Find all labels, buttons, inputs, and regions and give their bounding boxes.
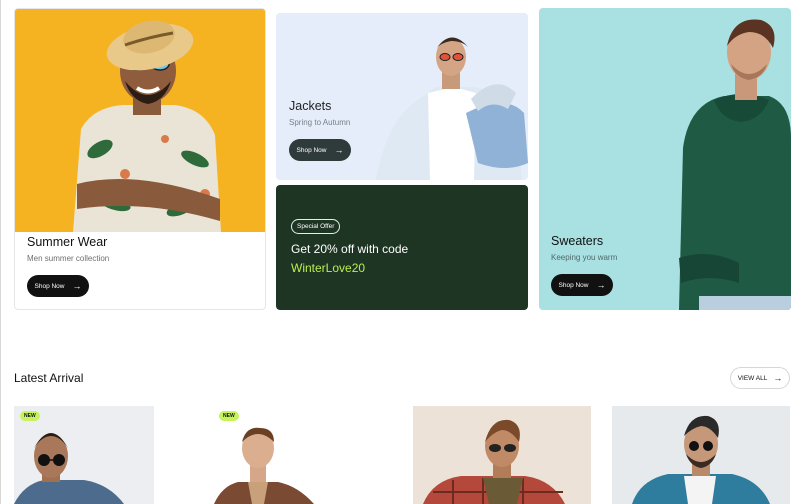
jackets-shop-now-label: Shop Now: [296, 146, 327, 154]
product-image: [413, 406, 591, 504]
arrow-right-icon: →: [72, 280, 82, 291]
new-badge: NEW: [219, 411, 239, 421]
arrow-right-icon: →: [596, 279, 606, 290]
offer-text: Get 20% off with code: [291, 242, 409, 256]
product-card[interactable]: NEW: [214, 406, 354, 504]
jackets-shop-now-button[interactable]: Shop Now →: [289, 139, 351, 161]
special-offer-banner[interactable]: Special Offer Get 20% off with code Wint…: [276, 185, 528, 310]
summer-wear-title: Summer Wear: [27, 235, 108, 249]
sweaters-image: [679, 19, 791, 310]
sweaters-shop-now-label: Shop Now: [558, 281, 589, 289]
sweaters-title: Sweaters: [551, 234, 604, 248]
special-offer-badge: Special Offer: [291, 219, 341, 234]
view-all-label: VIEW ALL: [737, 374, 768, 382]
product-card[interactable]: [413, 406, 591, 504]
summer-wear-banner[interactable]: Summer Wear Men summer collection Shop N…: [14, 8, 266, 310]
sweaters-banner[interactable]: Sweaters Keeping you warm Shop Now →: [539, 8, 791, 310]
sweaters-subtitle: Keeping you warm: [551, 253, 618, 262]
page: Summer Wear Men summer collection Shop N…: [0, 0, 801, 504]
offer-code: WinterLove20: [291, 261, 366, 275]
summer-wear-subtitle: Men summer collection: [27, 254, 110, 263]
latest-arrival-title: Latest Arrival: [14, 371, 84, 385]
summer-shop-now-button[interactable]: Shop Now →: [27, 275, 89, 297]
jackets-image: [376, 37, 528, 180]
jackets-banner[interactable]: Jackets Spring to Autumn Shop Now →: [276, 13, 528, 180]
jackets-title: Jackets: [289, 99, 332, 113]
sweaters-shop-now-button[interactable]: Shop Now →: [551, 274, 613, 296]
new-badge: NEW: [20, 411, 40, 421]
arrow-right-icon: →: [773, 373, 783, 383]
jackets-subtitle: Spring to Autumn: [289, 118, 351, 127]
view-all-button[interactable]: VIEW ALL →: [730, 367, 790, 389]
product-card[interactable]: [612, 406, 790, 504]
summer-wear-image: [15, 9, 265, 232]
arrow-right-icon: →: [334, 144, 344, 155]
summer-shop-now-label: Shop Now: [34, 282, 65, 290]
product-card[interactable]: NEW: [14, 406, 154, 504]
product-image: [612, 406, 790, 504]
